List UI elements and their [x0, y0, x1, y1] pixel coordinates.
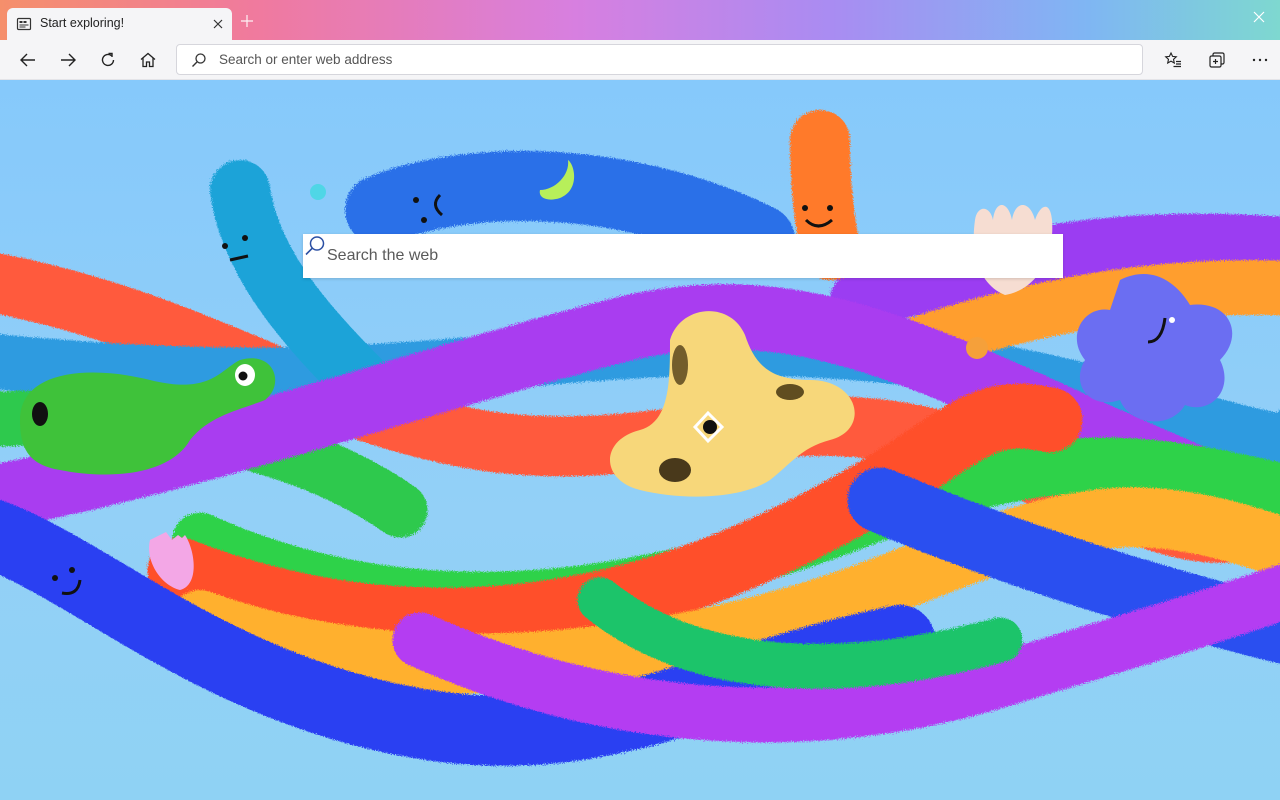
browser-toolbar — [0, 40, 1280, 80]
favorites-icon — [1164, 51, 1181, 68]
more-options-icon — [1252, 58, 1268, 62]
refresh-button[interactable] — [96, 48, 120, 72]
new-tab-page-background — [0, 80, 1280, 800]
back-button[interactable] — [16, 48, 40, 72]
address-input[interactable] — [219, 45, 1119, 74]
forward-arrow-icon — [61, 53, 76, 67]
forward-button[interactable] — [56, 48, 80, 72]
collections-icon — [1209, 52, 1225, 68]
search-icon — [192, 53, 206, 67]
refresh-icon — [101, 52, 115, 67]
close-tab-icon[interactable] — [210, 16, 226, 32]
home-icon — [140, 52, 156, 68]
tab-title: Start exploring! — [40, 16, 125, 30]
new-tab-plus-icon[interactable] — [239, 13, 255, 29]
tab-start-exploring[interactable]: Start exploring! — [7, 8, 232, 40]
fuzzy-characters-illustration — [0, 110, 1280, 766]
home-button[interactable] — [136, 48, 160, 72]
window-close-icon[interactable] — [1251, 9, 1267, 25]
search-icon[interactable] — [303, 234, 327, 258]
favorites-button[interactable] — [1161, 48, 1185, 72]
new-tab-page-icon — [16, 17, 32, 31]
web-search-box[interactable] — [303, 234, 1063, 278]
web-search-input[interactable] — [327, 234, 1007, 278]
address-bar[interactable] — [176, 44, 1143, 75]
more-options-button[interactable] — [1248, 48, 1272, 72]
collections-button[interactable] — [1205, 48, 1229, 72]
tab-strip: Start exploring! — [0, 0, 1280, 40]
back-arrow-icon — [20, 53, 35, 67]
